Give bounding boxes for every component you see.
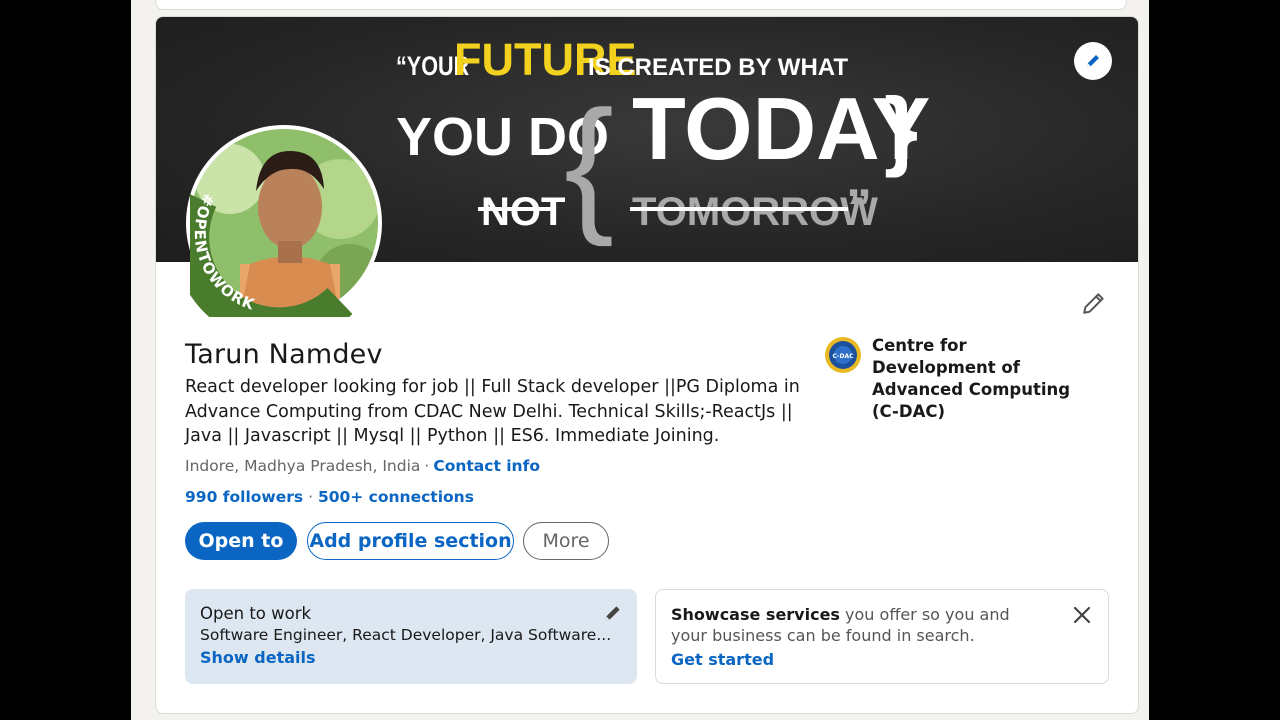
network-row: 990 followers · 500+ connections [185, 488, 474, 506]
quote-close-text: ” [846, 179, 872, 237]
separator-dot: · [424, 457, 430, 475]
pencil-icon[interactable] [603, 603, 623, 623]
more-button[interactable]: More [523, 522, 609, 560]
profile-headline: React developer looking for job || Full … [185, 377, 800, 446]
created-by-text: IS CREATED BY WHAT [588, 54, 848, 81]
profile-photo[interactable]: #OPENTOWORK [186, 125, 382, 321]
location-row: Indore, Madhya Pradesh, India · Contact in… [185, 457, 540, 475]
add-profile-section-button[interactable]: Add profile section [307, 522, 514, 560]
open-to-work-roles: Software Engineer, React Developer, Java… [200, 626, 612, 644]
location-text: Indore, Madhya Pradesh, India [185, 457, 421, 475]
cdac-logo-text: C-DAC [832, 353, 854, 360]
education-entry[interactable]: C-DAC Centre for Development of Advanced… [824, 335, 1104, 423]
show-details-link[interactable]: Show details [200, 648, 622, 667]
edit-banner-button[interactable] [1074, 42, 1112, 80]
previous-card [155, 0, 1127, 10]
edit-intro-button[interactable] [1078, 287, 1110, 319]
not-text: NOT [481, 190, 565, 234]
profile-name: Tarun Namdev [185, 339, 383, 370]
get-started-link[interactable]: Get started [671, 650, 1093, 669]
open-to-work-card[interactable]: Open to work Software Engineer, React De… [185, 589, 637, 684]
followers-link[interactable]: 990 followers [185, 488, 303, 506]
separator-dot: · [308, 488, 313, 506]
connections-link[interactable]: 500+ connections [318, 488, 474, 506]
open-to-work-title: Open to work [200, 604, 312, 623]
open-to-work-photo-frame: #OPENTOWORK [190, 129, 378, 317]
cdac-logo-icon: C-DAC [825, 337, 861, 373]
profile-top-card: “YOUR FUTURE IS CREATED BY WHAT YOU DO {… [155, 16, 1139, 714]
showcase-services-card: Showcase services you offer so you and y… [655, 589, 1109, 684]
brace-close-text: } [884, 79, 918, 178]
brace-open-text: { [564, 79, 614, 247]
close-icon[interactable] [1072, 605, 1092, 625]
tomorrow-text: TOMORROW [632, 190, 878, 234]
services-bold-text: Showcase services [671, 605, 840, 624]
pencil-icon [1087, 55, 1099, 67]
education-name: Centre for Development of Advanced Compu… [872, 336, 1071, 421]
services-text: Showcase services you offer so you and y… [671, 604, 1031, 646]
pencil-icon [1083, 293, 1104, 314]
profile-page: “YOUR FUTURE IS CREATED BY WHAT YOU DO {… [131, 0, 1149, 720]
contact-info-link[interactable]: Contact info [433, 457, 540, 475]
open-to-button[interactable]: Open to [185, 522, 297, 560]
